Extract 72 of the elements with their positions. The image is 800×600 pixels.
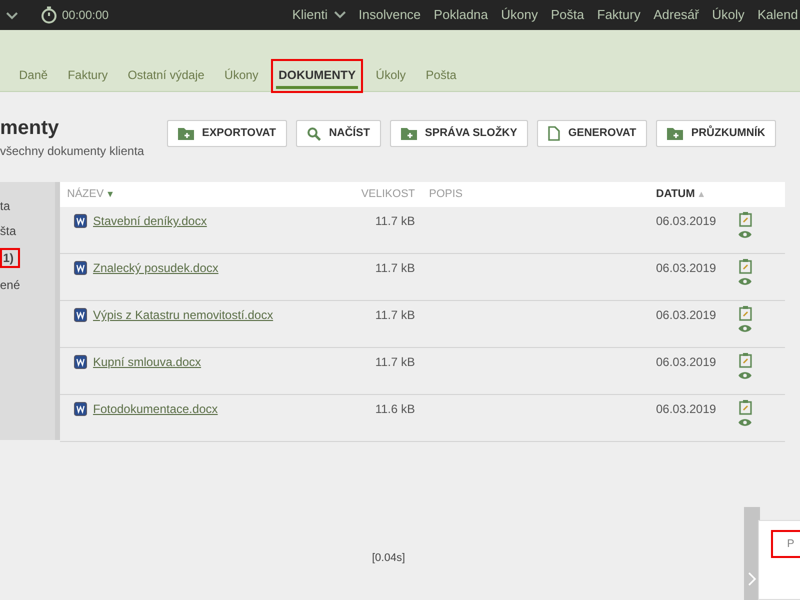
tab[interactable]: Daně — [12, 59, 55, 93]
splitter-handle[interactable] — [55, 182, 60, 440]
date-cell-text: 06.03.2019 — [656, 213, 718, 230]
nav-link[interactable]: Insolvence — [358, 5, 421, 25]
sort-arrow: ▼ — [106, 189, 115, 200]
sort-arrow: ▲ — [696, 189, 706, 200]
word-file-icon — [74, 308, 87, 322]
folder-plus-icon — [667, 127, 684, 140]
nav-link[interactable]: Pokladna — [434, 5, 488, 25]
eye-icon[interactable] — [738, 230, 752, 239]
word-file-icon — [74, 261, 87, 275]
size-cell-text: 11.7 kB — [374, 307, 415, 324]
input-field[interactable]: P — [771, 530, 800, 558]
nav-link[interactable]: Klienti — [292, 5, 346, 25]
tab[interactable]: DOKUMENTY — [271, 59, 363, 93]
file-link[interactable]: Výpis z Katastru nemovitostí.docx — [93, 306, 274, 324]
toolbar-button[interactable]: GENEROVAT — [537, 120, 648, 147]
file-link[interactable]: Stavební deníky.docx — [93, 212, 207, 230]
size-cell-text: 11.7 kB — [374, 260, 415, 277]
folder-plus-icon — [178, 127, 194, 140]
folder-plus-icon — [400, 127, 417, 140]
clipboard-icon[interactable] — [738, 352, 752, 368]
eye-icon[interactable] — [738, 371, 752, 380]
nav-link[interactable]: Kalend — [758, 5, 798, 25]
page-title: menty — [0, 116, 60, 140]
chevron-down-icon — [6, 12, 18, 20]
nav-link[interactable]: Adresář — [653, 5, 699, 25]
nav-link[interactable]: Pošta — [550, 5, 584, 25]
size-cell-text: 11.6 kB — [374, 401, 415, 418]
tab[interactable]: Úkony — [217, 59, 266, 93]
stopwatch-icon[interactable] — [40, 6, 58, 24]
word-file-icon — [74, 355, 87, 369]
file-link[interactable]: Kupní smlouva.docx — [93, 353, 202, 371]
file-link[interactable]: Znalecký posudek.docx — [93, 259, 218, 277]
clipboard-icon[interactable] — [738, 211, 752, 227]
clipboard-icon[interactable] — [738, 258, 752, 274]
word-file-icon — [74, 402, 87, 416]
clipboard-icon[interactable] — [738, 399, 752, 415]
eye-icon[interactable] — [738, 418, 752, 427]
toolbar-button[interactable]: EXPORTOVAT — [167, 120, 287, 147]
search-icon — [306, 126, 321, 140]
date-cell-text: 06.03.2019 — [656, 354, 718, 371]
eye-icon[interactable] — [738, 324, 752, 333]
nav-link[interactable]: Úkony — [501, 5, 538, 25]
chevron-right-icon[interactable] — [748, 572, 756, 586]
date-cell-text: 06.03.2019 — [656, 260, 718, 277]
size-cell-text: 11.7 kB — [374, 213, 415, 230]
clipboard-icon[interactable] — [738, 305, 752, 321]
sidebar-item[interactable]: ta — [0, 198, 55, 214]
eye-icon[interactable] — [738, 277, 752, 286]
timing-text: [0.04s] — [372, 551, 406, 566]
size-cell-text: 11.7 kB — [374, 354, 415, 371]
nav-link[interactable]: Faktury — [597, 5, 640, 25]
column-header[interactable]: DATUM — [656, 188, 695, 200]
sidebar-item[interactable]: ené — [0, 277, 55, 293]
page-subtitle: všechny dokumenty klienta — [0, 143, 146, 160]
file-link[interactable]: Fotodokumentace.docx — [93, 400, 218, 418]
tab[interactable]: Pošta — [418, 59, 464, 93]
document-icon — [548, 126, 560, 141]
tab[interactable]: Úkoly — [368, 59, 413, 93]
sidebar-item[interactable]: šta — [0, 223, 55, 239]
timer-text: 00:00:00 — [62, 7, 109, 24]
toolbar-button[interactable]: NAČÍST — [296, 120, 381, 147]
toolbar-button[interactable]: PRŮZKUMNÍK — [656, 120, 776, 147]
nav-link[interactable]: Úkoly — [712, 5, 745, 25]
tab[interactable]: Faktury — [60, 59, 115, 93]
tab[interactable]: Ostatní výdaje — [120, 59, 212, 93]
word-file-icon — [74, 214, 87, 228]
date-cell-text: 06.03.2019 — [656, 401, 718, 418]
date-cell-text: 06.03.2019 — [656, 307, 718, 324]
toolbar-button[interactable]: SPRÁVA SLOŽKY — [390, 120, 528, 147]
sidebar-item[interactable]: 1) — [0, 248, 20, 268]
